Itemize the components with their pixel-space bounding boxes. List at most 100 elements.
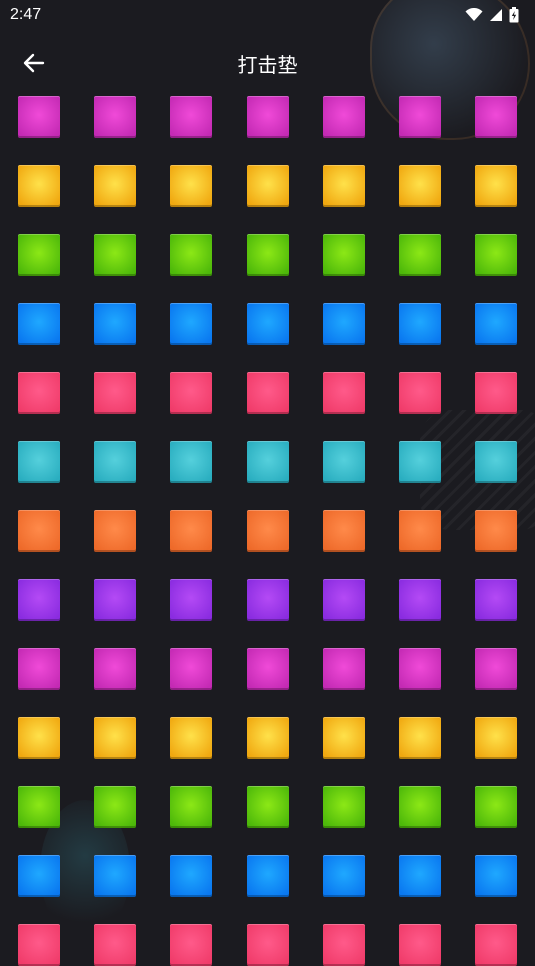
drum-pad-green[interactable] [18, 234, 60, 276]
arrow-left-icon [23, 53, 45, 73]
drum-pad-purple[interactable] [323, 579, 365, 621]
drum-pad-purple[interactable] [170, 579, 212, 621]
drum-pad-pink[interactable] [475, 924, 517, 966]
drum-pad-magenta[interactable] [94, 96, 136, 138]
back-button[interactable] [18, 48, 50, 78]
drum-pad-pink[interactable] [247, 924, 289, 966]
drum-pad-blue[interactable] [247, 303, 289, 345]
drum-pad-green[interactable] [399, 786, 441, 828]
drum-pad-magenta[interactable] [475, 96, 517, 138]
drum-pad-pink[interactable] [18, 924, 60, 966]
drum-pad-pink[interactable] [247, 372, 289, 414]
drum-pad-green[interactable] [399, 234, 441, 276]
status-icons [465, 7, 519, 23]
drum-pad-yellow[interactable] [18, 717, 60, 759]
drum-pad-magenta[interactable] [399, 648, 441, 690]
drum-pad-pink[interactable] [18, 372, 60, 414]
wifi-icon [465, 8, 483, 21]
drum-pad-blue[interactable] [399, 303, 441, 345]
drum-pad-yellow[interactable] [475, 165, 517, 207]
drum-pad-cyan[interactable] [399, 441, 441, 483]
drum-pad-orange[interactable] [18, 510, 60, 552]
status-bar: 2:47 [0, 0, 535, 30]
drum-pad-magenta[interactable] [247, 648, 289, 690]
drum-pad-yellow[interactable] [170, 717, 212, 759]
drum-pad-green[interactable] [323, 234, 365, 276]
drum-pad-yellow[interactable] [94, 165, 136, 207]
drum-pad-green[interactable] [170, 234, 212, 276]
drum-pad-magenta[interactable] [18, 648, 60, 690]
drum-pad-pink[interactable] [170, 372, 212, 414]
drum-pad-green[interactable] [247, 234, 289, 276]
signal-icon [490, 9, 502, 21]
drum-pad-yellow[interactable] [170, 165, 212, 207]
drum-pad-pink[interactable] [475, 372, 517, 414]
drum-pad-green[interactable] [475, 234, 517, 276]
status-time: 2:47 [10, 6, 42, 23]
drum-pad-magenta[interactable] [323, 96, 365, 138]
drum-pad-green[interactable] [18, 786, 60, 828]
drum-pad-orange[interactable] [323, 510, 365, 552]
drum-pad-blue[interactable] [323, 855, 365, 897]
drum-pad-yellow[interactable] [247, 717, 289, 759]
drum-pad-pink[interactable] [323, 372, 365, 414]
drum-pad-yellow[interactable] [475, 717, 517, 759]
drum-pad-blue[interactable] [18, 855, 60, 897]
drum-pad-green[interactable] [94, 234, 136, 276]
drum-pad-orange[interactable] [247, 510, 289, 552]
drum-pad-blue[interactable] [247, 855, 289, 897]
drum-pad-blue[interactable] [94, 855, 136, 897]
drum-pad-yellow[interactable] [399, 717, 441, 759]
drum-pad-magenta[interactable] [94, 648, 136, 690]
drum-pad-green[interactable] [170, 786, 212, 828]
drum-pad-purple[interactable] [94, 579, 136, 621]
drum-pad-blue[interactable] [323, 303, 365, 345]
drum-pad-cyan[interactable] [475, 441, 517, 483]
drum-pad-cyan[interactable] [323, 441, 365, 483]
drum-pad-orange[interactable] [94, 510, 136, 552]
drum-pad-cyan[interactable] [170, 441, 212, 483]
drum-pad-blue[interactable] [94, 303, 136, 345]
battery-icon [509, 7, 519, 23]
drum-pad-pink[interactable] [399, 924, 441, 966]
drum-pad-yellow[interactable] [94, 717, 136, 759]
drum-pad-blue[interactable] [170, 303, 212, 345]
drum-pad-orange[interactable] [475, 510, 517, 552]
drum-pad-blue[interactable] [18, 303, 60, 345]
drum-pad-pink[interactable] [399, 372, 441, 414]
drum-pad-orange[interactable] [170, 510, 212, 552]
drum-pad-yellow[interactable] [247, 165, 289, 207]
drum-pad-cyan[interactable] [94, 441, 136, 483]
drum-pad-yellow[interactable] [18, 165, 60, 207]
drum-pad-pink[interactable] [170, 924, 212, 966]
drum-pad-blue[interactable] [475, 303, 517, 345]
drum-pad-blue[interactable] [170, 855, 212, 897]
drum-pad-pink[interactable] [94, 924, 136, 966]
drum-pad-yellow[interactable] [323, 165, 365, 207]
drum-pad-cyan[interactable] [18, 441, 60, 483]
drum-pad-green[interactable] [247, 786, 289, 828]
drum-pad-magenta[interactable] [323, 648, 365, 690]
drum-pad-magenta[interactable] [475, 648, 517, 690]
drum-pad-magenta[interactable] [170, 96, 212, 138]
app-bar: 打击垫 [0, 40, 535, 86]
drum-pad-purple[interactable] [475, 579, 517, 621]
drum-pad-magenta[interactable] [18, 96, 60, 138]
drum-pad-magenta[interactable] [170, 648, 212, 690]
drum-pad-blue[interactable] [475, 855, 517, 897]
drum-pad-purple[interactable] [247, 579, 289, 621]
drum-pad-pink[interactable] [94, 372, 136, 414]
drum-pad-green[interactable] [475, 786, 517, 828]
drum-pad-cyan[interactable] [247, 441, 289, 483]
drum-pad-magenta[interactable] [247, 96, 289, 138]
drum-pad-purple[interactable] [18, 579, 60, 621]
drum-pad-yellow[interactable] [323, 717, 365, 759]
drum-pad-blue[interactable] [399, 855, 441, 897]
drum-pad-yellow[interactable] [399, 165, 441, 207]
drum-pad-purple[interactable] [399, 579, 441, 621]
drum-pad-pink[interactable] [323, 924, 365, 966]
drum-pad-magenta[interactable] [399, 96, 441, 138]
drum-pad-green[interactable] [323, 786, 365, 828]
drum-pad-green[interactable] [94, 786, 136, 828]
drum-pad-orange[interactable] [399, 510, 441, 552]
